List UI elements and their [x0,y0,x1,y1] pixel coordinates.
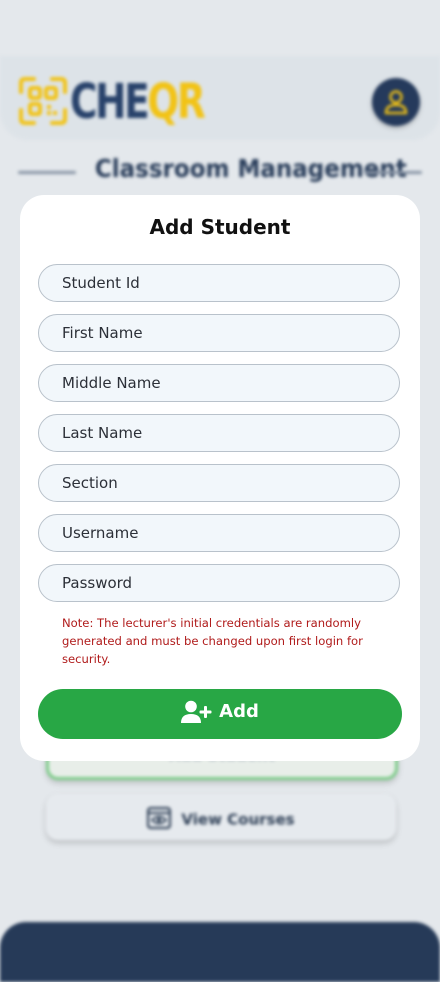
logo-text-main: CHE [70,74,150,130]
bottom-navigation-bar [0,922,440,982]
user-plus-icon [181,700,212,723]
profile-button[interactable] [372,78,420,126]
username-field[interactable] [38,514,400,552]
app-logo: CHEQR [18,74,206,132]
last-name-field[interactable] [38,414,400,452]
logo-wordmark: CHEQR [70,74,206,130]
user-icon [384,90,408,115]
modal-title: Add Student [149,215,291,239]
add-student-modal: Add Student Note: The lecturer's initial… [20,195,420,761]
view-courses-button[interactable]: View Courses [46,794,396,840]
add-button[interactable]: Add [38,689,402,739]
add-button-label: Add [219,701,259,722]
view-courses-label: View Courses [181,810,295,829]
section-field[interactable] [38,464,400,502]
student-id-field[interactable] [38,264,400,302]
middle-name-field[interactable] [38,364,400,402]
eye-icon [147,806,172,833]
divider-left [18,171,76,174]
section-header: Classroom Management [18,152,422,192]
qr-code-icon [19,77,67,125]
credentials-note: Note: The lecturer's initial credentials… [62,616,363,666]
logo-text-accent: QR [147,74,205,130]
section-title: Classroom Management [94,154,407,183]
divider-right [364,171,422,174]
view-courses-content: View Courses [46,806,396,833]
first-name-field[interactable] [38,314,400,352]
password-field[interactable] [38,564,400,602]
